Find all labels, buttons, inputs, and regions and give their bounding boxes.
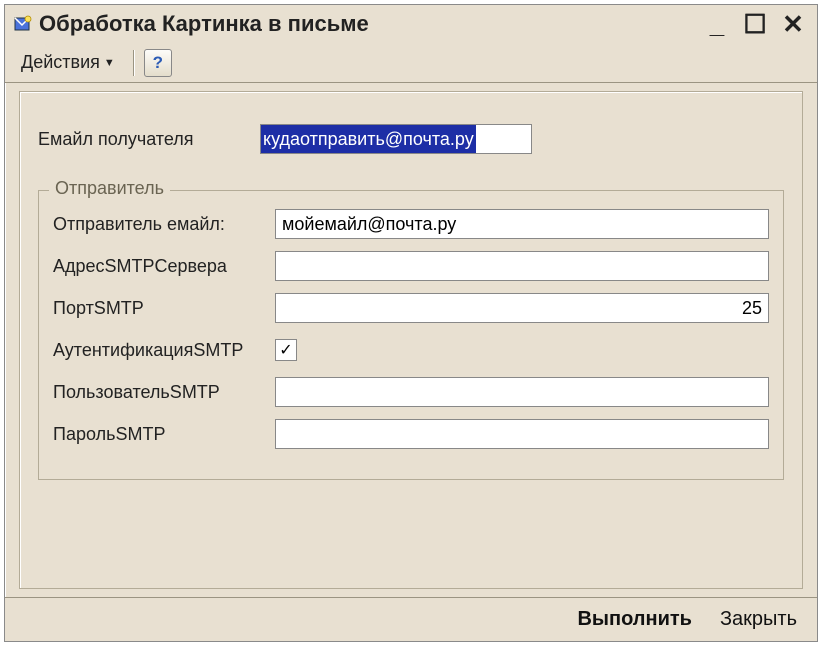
minimize-button[interactable]: _ (707, 14, 727, 34)
window-controls: _ ☐ ✕ (707, 14, 809, 34)
toolbar-separator (133, 50, 134, 76)
smtp-port-row: ПортSMTP (53, 291, 769, 325)
execute-button[interactable]: Выполнить (573, 606, 696, 633)
smtp-pass-row: ПарольSMTP (53, 417, 769, 451)
sender-email-row: Отправитель емайл: (53, 207, 769, 241)
smtp-auth-label: АутентификацияSMTP (53, 340, 275, 361)
smtp-auth-checkbox[interactable]: ✓ (275, 339, 297, 361)
smtp-user-input[interactable] (275, 377, 769, 407)
sender-fieldset: Отправитель Отправитель емайл: АдресSMTP… (38, 190, 784, 480)
recipient-row: Емайл получателя кудаотправить@почта.ру (38, 122, 784, 156)
actions-menu[interactable]: Действия ▼ (13, 48, 123, 77)
footer: Выполнить Закрыть (5, 597, 817, 641)
content-area: Емайл получателя кудаотправить@почта.ру … (5, 83, 817, 597)
smtp-port-label: ПортSMTP (53, 298, 275, 319)
titlebar: Обработка Картинка в письме _ ☐ ✕ (5, 5, 817, 43)
check-icon: ✓ (279, 340, 292, 360)
smtp-server-input[interactable] (275, 251, 769, 281)
actions-menu-label: Действия (21, 52, 100, 73)
toolbar: Действия ▼ ? (5, 43, 817, 83)
sender-email-input[interactable] (275, 209, 769, 239)
smtp-user-label: ПользовательSMTP (53, 382, 275, 403)
chevron-down-icon: ▼ (104, 57, 115, 69)
smtp-server-label: АдресSMTPСервера (53, 256, 275, 277)
close-window-button[interactable]: ✕ (783, 14, 803, 34)
recipient-input[interactable]: кудаотправить@почта.ру (260, 124, 532, 154)
app-window: Обработка Картинка в письме _ ☐ ✕ Действ… (4, 4, 818, 642)
smtp-port-input[interactable] (275, 293, 769, 323)
recipient-value: кудаотправить@почта.ру (261, 125, 476, 153)
close-button[interactable]: Закрыть (716, 606, 801, 633)
recipient-label: Емайл получателя (38, 129, 260, 150)
app-icon (13, 14, 33, 34)
form-panel: Емайл получателя кудаотправить@почта.ру … (19, 91, 803, 589)
smtp-server-row: АдресSMTPСервера (53, 249, 769, 283)
sender-email-label: Отправитель емайл: (53, 214, 275, 235)
smtp-user-row: ПользовательSMTP (53, 375, 769, 409)
smtp-pass-input[interactable] (275, 419, 769, 449)
smtp-pass-label: ПарольSMTP (53, 424, 275, 445)
sender-legend: Отправитель (49, 178, 170, 199)
maximize-button[interactable]: ☐ (745, 14, 765, 34)
window-title: Обработка Картинка в письме (39, 11, 701, 37)
smtp-auth-row: АутентификацияSMTP ✓ (53, 333, 769, 367)
help-button[interactable]: ? (144, 49, 172, 77)
